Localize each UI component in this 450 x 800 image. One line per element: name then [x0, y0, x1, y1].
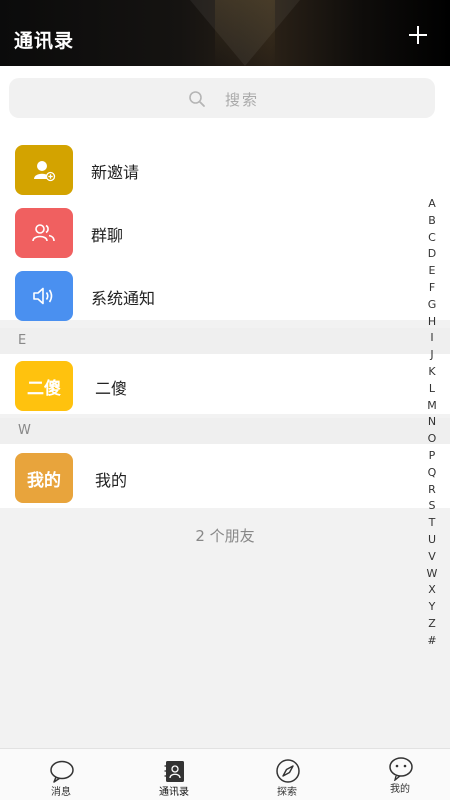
smiley-bubble-icon	[389, 757, 413, 781]
search-input[interactable]: 搜索	[9, 78, 435, 118]
tab-label: 通讯录	[159, 787, 189, 798]
index-letter[interactable]: M	[424, 398, 440, 415]
section-letter: E	[18, 333, 27, 348]
list-item-group-chat[interactable]: 群聊	[0, 201, 450, 261]
index-letter[interactable]: C	[424, 230, 440, 247]
contact-row[interactable]: 我的 我的	[0, 444, 450, 508]
index-letter[interactable]: K	[424, 364, 440, 381]
index-letter[interactable]: Q	[424, 465, 440, 482]
header-decoration-glow	[215, 0, 275, 66]
alphabet-index-bar[interactable]: A B C D E F G H I J K L M N O P Q R S T U V W X Y Z #	[424, 196, 440, 650]
contacts-icon	[164, 761, 184, 782]
index-letter[interactable]: T	[424, 515, 440, 532]
group-chat-avatar	[15, 208, 73, 258]
add-button[interactable]	[404, 20, 434, 50]
index-letter[interactable]: J	[424, 347, 440, 364]
contact-row[interactable]: 二傻 二傻	[0, 354, 450, 414]
tab-messages[interactable]: 消息	[5, 749, 117, 800]
group-icon	[32, 224, 55, 242]
index-letter[interactable]: D	[424, 246, 440, 263]
tab-label: 我的	[390, 784, 410, 795]
index-letter[interactable]: W	[424, 566, 440, 583]
index-letter[interactable]: L	[424, 381, 440, 398]
new-invite-label: 新邀请	[91, 163, 140, 182]
index-letter[interactable]: N	[424, 414, 440, 431]
contact-avatar: 我的	[15, 453, 73, 503]
index-letter[interactable]: A	[424, 196, 440, 213]
index-letter[interactable]: G	[424, 297, 440, 314]
system-notice-avatar	[15, 271, 73, 321]
contact-avatar: 二傻	[15, 361, 73, 411]
group-chat-label: 群聊	[91, 226, 124, 245]
bottom-tab-bar: 消息 通讯录 探索 我的	[0, 748, 450, 800]
index-letter[interactable]: O	[424, 431, 440, 448]
top-bar: 通讯录	[0, 0, 450, 66]
list-item-system-notice[interactable]: 系统通知	[0, 264, 450, 324]
index-letter[interactable]: P	[424, 448, 440, 465]
tab-me[interactable]: 我的	[344, 749, 450, 800]
index-letter[interactable]: E	[424, 263, 440, 280]
index-letter[interactable]: X	[424, 582, 440, 599]
index-letter[interactable]: Y	[424, 599, 440, 616]
compass-icon	[276, 759, 300, 783]
search-icon	[189, 91, 205, 107]
tab-explore[interactable]: 探索	[231, 749, 343, 800]
index-letter[interactable]: S	[424, 498, 440, 515]
index-letter[interactable]: Z	[424, 616, 440, 633]
tab-contacts[interactable]: 通讯录	[118, 749, 230, 800]
chat-bubble-icon	[50, 760, 74, 783]
plus-icon-vertical	[417, 26, 419, 44]
index-letter[interactable]: I	[424, 330, 440, 347]
index-letter[interactable]: B	[424, 213, 440, 230]
speaker-icon	[33, 287, 53, 305]
page-title: 通讯录	[14, 30, 75, 52]
system-notice-label: 系统通知	[91, 289, 156, 308]
index-letter[interactable]: V	[424, 549, 440, 566]
section-header-w: W	[0, 418, 450, 444]
search-placeholder: 搜索	[225, 91, 260, 109]
section-letter: W	[18, 423, 31, 438]
tab-label: 消息	[51, 787, 71, 798]
new-invite-avatar	[15, 145, 73, 195]
section-header-e: E	[0, 328, 450, 354]
index-letter[interactable]: U	[424, 532, 440, 549]
add-user-icon	[34, 161, 56, 182]
search-bar: 搜索	[0, 66, 450, 128]
index-letter[interactable]: F	[424, 280, 440, 297]
contact-name: 二傻	[95, 379, 128, 398]
contact-name: 我的	[95, 471, 128, 490]
index-letter[interactable]: H	[424, 314, 440, 331]
index-letter[interactable]: #	[424, 633, 440, 650]
list-item-new-invite[interactable]: 新邀请	[0, 138, 450, 198]
index-letter[interactable]: R	[424, 482, 440, 499]
friend-count: 2 个朋友	[195, 527, 255, 545]
tab-label: 探索	[277, 787, 297, 798]
